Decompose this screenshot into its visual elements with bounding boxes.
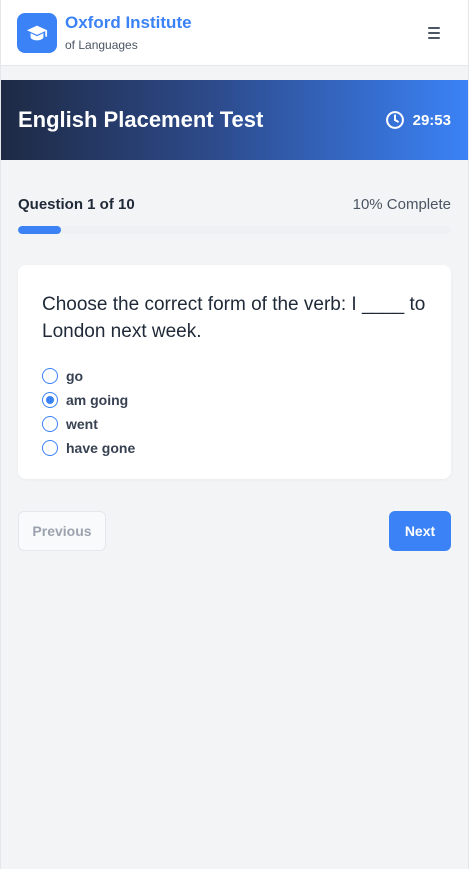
logo[interactable] [17,12,57,53]
site-header: Oxford Institute of Languages [1,0,468,66]
answer-option[interactable]: have gone [42,439,427,457]
question-text: Choose the correct form of the verb: I _… [42,294,426,342]
hamburger-menu-icon [428,26,440,39]
progress-bar-fill [18,226,62,234]
answer-option-label: went [66,416,98,432]
test-title: English Placement Test [18,107,264,132]
answer-option[interactable]: am going [42,391,427,409]
clock-icon [385,111,404,129]
answer-option[interactable]: go [42,367,427,385]
question-counter: Question 1 of 10 [18,196,135,213]
question-card: Choose the correct form of the verb: I _… [18,265,451,479]
timer-value: 29:53 [412,111,451,129]
brand-name: Oxford Institute [65,12,192,32]
question-navigation: Previous Next [18,511,451,551]
next-button[interactable]: Next [389,511,451,551]
countdown-timer: 29:53 [385,110,451,130]
previous-button[interactable]: Previous [18,511,106,551]
app-window: Oxford Institute of Languages English Pl… [0,0,469,869]
answer-option-label: am going [66,392,129,408]
menu-button[interactable] [416,15,452,51]
progress-bar [18,226,451,234]
radio-button[interactable] [42,440,58,456]
answer-options: go am going went have gone [42,367,427,457]
progress-percent: 10% Complete [352,196,451,213]
graduation-cap-icon [26,25,48,40]
radio-button[interactable] [42,416,58,432]
answer-option-label: go [66,368,84,384]
progress-section: Question 1 of 10 10% Complete [1,160,468,234]
test-banner: English Placement Test 29:53 [1,80,468,160]
brand: Oxford Institute of Languages [65,13,192,53]
answer-option-label: have gone [66,440,136,456]
radio-button[interactable] [42,392,58,408]
radio-button[interactable] [42,368,58,384]
answer-option[interactable]: went [42,415,427,433]
brand-subtitle: of Languages [65,37,138,52]
